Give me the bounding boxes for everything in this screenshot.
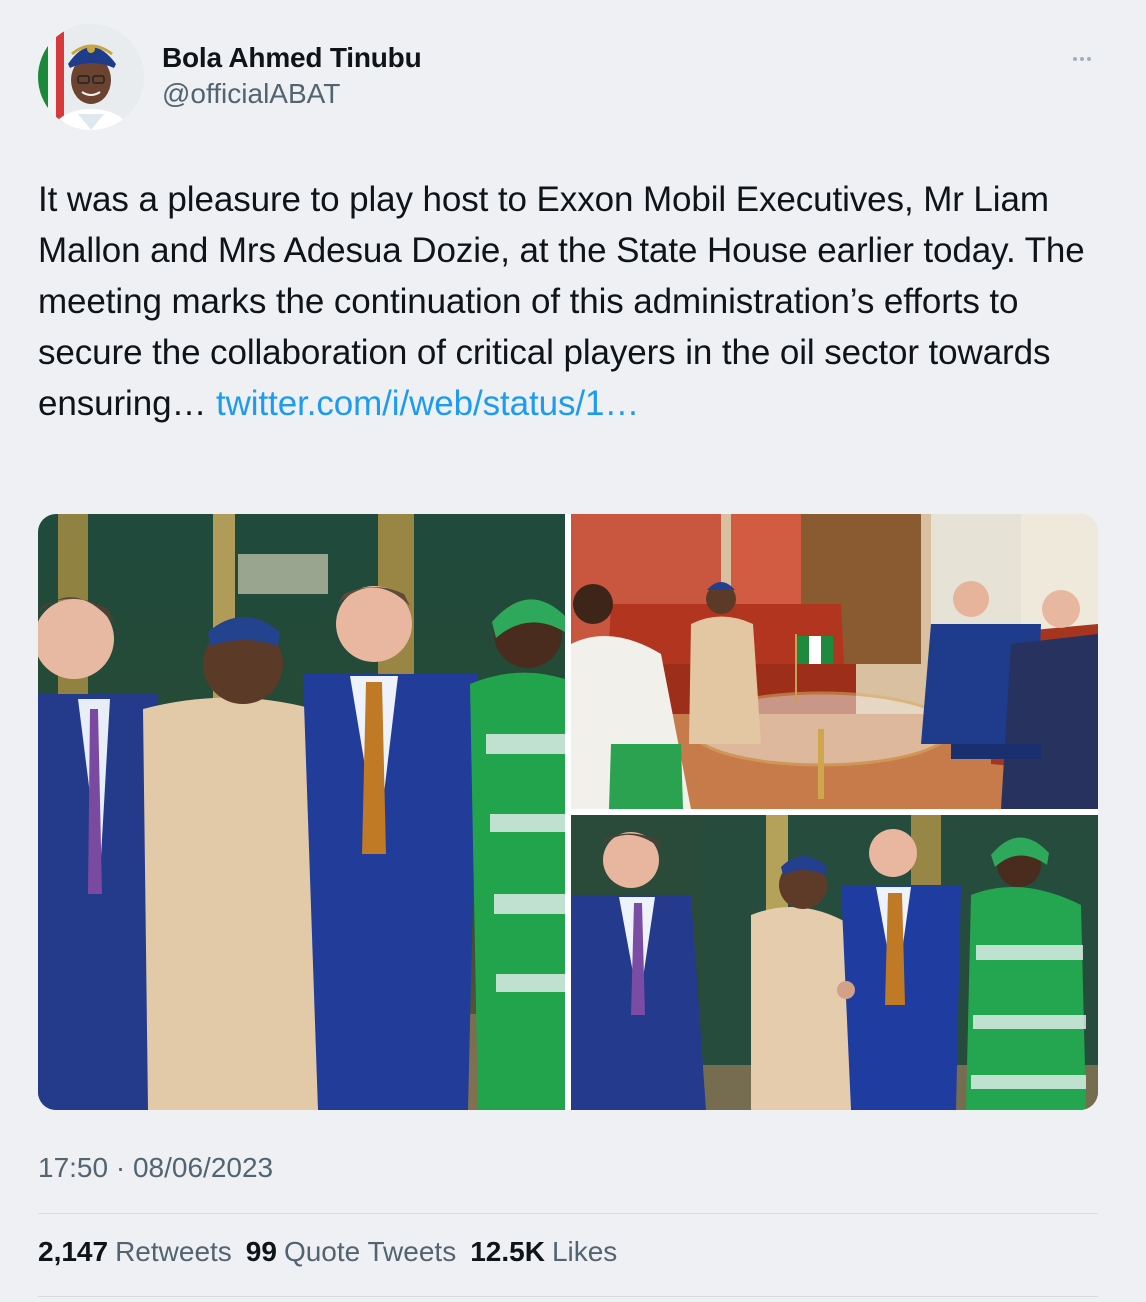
retweets-count: 2,147: [38, 1236, 109, 1267]
author-avatar[interactable]: [38, 24, 144, 130]
photo-group-standing[interactable]: [38, 514, 565, 1110]
author-name[interactable]: Bola Ahmed Tinubu: [162, 42, 422, 74]
tweet-timestamp[interactable]: 17:50 · 08/06/2023: [38, 1152, 273, 1184]
tweet-date: 08/06/2023: [132, 1152, 274, 1183]
more-dot: [1073, 57, 1077, 61]
photo-handshake[interactable]: [571, 815, 1098, 1110]
likes-label: Likes: [551, 1236, 618, 1267]
more-options-icon[interactable]: [1064, 44, 1100, 74]
likes-count: 12.5K: [470, 1236, 545, 1267]
engagement-stats: 2,147 Retweets 99 Quote Tweets 12.5K Likes: [38, 1236, 617, 1268]
tweet-text: It was a pleasure to play host to Exxon …: [38, 174, 1113, 429]
retweets-label: Retweets: [115, 1236, 232, 1267]
photo-seated-meeting[interactable]: [571, 514, 1098, 809]
tweet-link[interactable]: twitter.com/i/web/status/1…: [216, 384, 639, 423]
quote-tweets-label: Quote Tweets: [283, 1236, 457, 1267]
photo-3-image: [571, 815, 1098, 1110]
photo-2-image: [571, 514, 1098, 809]
more-dot: [1080, 57, 1084, 61]
photo-1-image: [38, 514, 565, 1110]
divider: [38, 1296, 1098, 1297]
quote-tweets-count: 99: [245, 1236, 277, 1267]
author-handle[interactable]: @officialABAT: [162, 78, 340, 110]
quote-tweets-stat[interactable]: 99 Quote Tweets: [246, 1236, 456, 1268]
more-dot: [1087, 57, 1091, 61]
likes-stat[interactable]: 12.5K Likes: [470, 1236, 617, 1268]
divider: [38, 1213, 1098, 1214]
media-grid: [38, 514, 1098, 1110]
tweet-card: Bola Ahmed Tinubu @officialABAT It was a…: [0, 0, 1146, 1302]
retweets-stat[interactable]: 2,147 Retweets: [38, 1236, 232, 1268]
timestamp-separator: ·: [115, 1152, 126, 1183]
tweet-time: 17:50: [38, 1152, 109, 1183]
avatar-image: [38, 24, 144, 130]
